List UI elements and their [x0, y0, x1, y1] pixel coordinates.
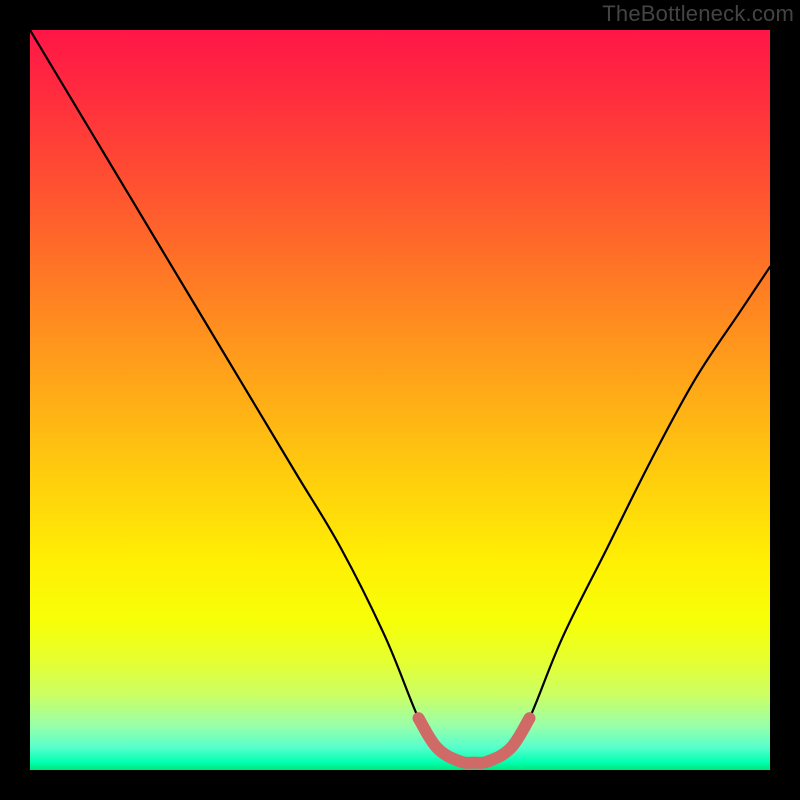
- chart-frame: TheBottleneck.com: [0, 0, 800, 800]
- watermark-text: TheBottleneck.com: [602, 1, 794, 27]
- bottleneck-curve-path: [30, 30, 770, 765]
- chart-svg: [30, 30, 770, 770]
- plot-area: [30, 30, 770, 770]
- optimal-zone-path: [419, 718, 530, 763]
